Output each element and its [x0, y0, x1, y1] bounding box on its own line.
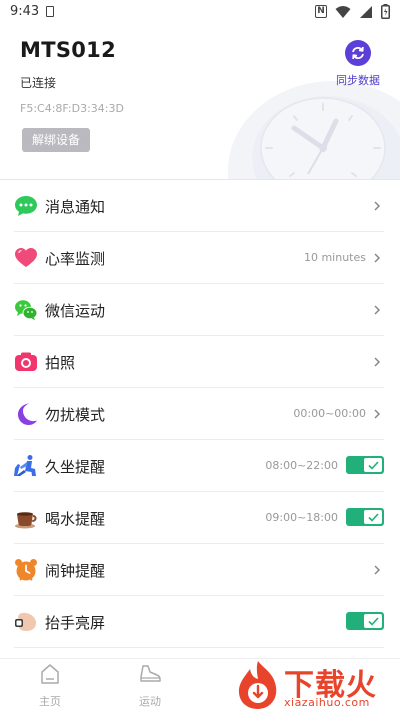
setting-sedentary-reminder[interactable]: 久坐提醒 08:00~22:00 — [14, 440, 384, 492]
heart-rate-interval: 10 minutes — [303, 251, 366, 264]
setting-notifications[interactable]: 消息通知 — [14, 180, 384, 232]
nfc-icon: N — [315, 5, 327, 18]
status-bar: 9:43 N — [0, 0, 400, 24]
setting-label: 微信运动 — [45, 302, 106, 320]
setting-camera[interactable]: 拍照 — [14, 336, 384, 388]
chevron-right-icon — [374, 201, 381, 211]
raise-hand-icon — [15, 612, 37, 631]
status-icons: N — [315, 4, 390, 19]
alarm-clock-icon — [15, 559, 37, 581]
setting-drink-water-reminder[interactable]: 喝水提醒 09:00~18:00 — [14, 492, 384, 544]
setting-wechat-sport[interactable]: 微信运动 — [14, 284, 384, 336]
check-icon — [364, 614, 382, 628]
setting-label: 喝水提醒 — [45, 510, 106, 528]
nav-sport[interactable]: 运动 — [120, 663, 180, 709]
setting-label: 久坐提醒 — [45, 458, 106, 476]
setting-label: 拍照 — [45, 354, 76, 372]
nav-label: 运动 — [139, 695, 161, 708]
mac-address: F5:C4:8F:D3:34:3D — [20, 102, 124, 115]
chevron-right-icon — [374, 565, 381, 575]
sync-data-label: 同步数据 — [336, 74, 380, 87]
coffee-cup-icon — [15, 512, 37, 529]
check-icon — [364, 458, 382, 472]
water-toggle[interactable] — [346, 508, 384, 526]
connection-status: 已连接 — [20, 76, 57, 90]
setting-alarm[interactable]: 闹钟提醒 — [14, 544, 384, 596]
sync-icon — [345, 40, 371, 66]
sedentary-toggle[interactable] — [346, 456, 384, 474]
check-icon — [364, 510, 382, 524]
setting-label: 勿扰模式 — [45, 406, 106, 424]
nav-label: 主页 — [39, 695, 61, 708]
settings-list: 消息通知 心率监测 10 minutes 微信运动 拍照 勿扰模式 00:00~… — [0, 180, 400, 648]
setting-label: 消息通知 — [45, 198, 106, 216]
setting-label: 抬手亮屏 — [45, 614, 106, 632]
sneaker-icon — [140, 665, 161, 682]
sync-data-button[interactable]: 同步数据 — [332, 40, 384, 88]
status-time: 9:43 — [10, 4, 40, 19]
chevron-right-icon — [374, 305, 381, 315]
dnd-time-range: 00:00~00:00 — [293, 407, 366, 420]
signal-icon — [360, 5, 372, 18]
battery-icon — [381, 4, 390, 19]
watermark-url: xiazaihuo.com — [284, 696, 370, 709]
setting-label: 心率监测 — [45, 250, 106, 268]
wifi-icon — [335, 5, 351, 18]
sim-card-icon — [46, 6, 54, 17]
unbind-device-button[interactable]: 解绑设备 — [22, 128, 90, 152]
chevron-right-icon — [374, 253, 381, 263]
setting-heart-rate[interactable]: 心率监测 10 minutes — [14, 232, 384, 284]
sedentary-time-range: 08:00~22:00 — [265, 459, 338, 472]
camera-icon — [15, 352, 37, 371]
water-time-range: 09:00~18:00 — [265, 511, 338, 524]
device-name: MTS012 — [20, 38, 116, 62]
raise-to-wake-toggle[interactable] — [346, 612, 384, 630]
moon-icon — [18, 403, 37, 425]
chevron-right-icon — [374, 357, 381, 367]
wechat-icon — [15, 300, 38, 320]
watermark: 下载火 xiazaihuo.com — [234, 658, 400, 711]
message-bubble-icon — [15, 196, 37, 216]
sitting-person-icon — [14, 455, 36, 476]
setting-label: 闹钟提醒 — [45, 562, 106, 580]
device-header: MTS012 已连接 F5:C4:8F:D3:34:3D 解绑设备 同步数据 — [0, 24, 400, 179]
watch-illustration — [228, 81, 400, 179]
setting-raise-to-wake[interactable]: 抬手亮屏 — [14, 596, 384, 648]
setting-do-not-disturb[interactable]: 勿扰模式 00:00~00:00 — [14, 388, 384, 440]
home-icon — [41, 664, 59, 684]
nav-home[interactable]: 主页 — [20, 663, 80, 709]
chevron-right-icon — [374, 409, 381, 419]
flame-logo-icon — [238, 661, 277, 709]
heart-icon — [15, 248, 37, 267]
